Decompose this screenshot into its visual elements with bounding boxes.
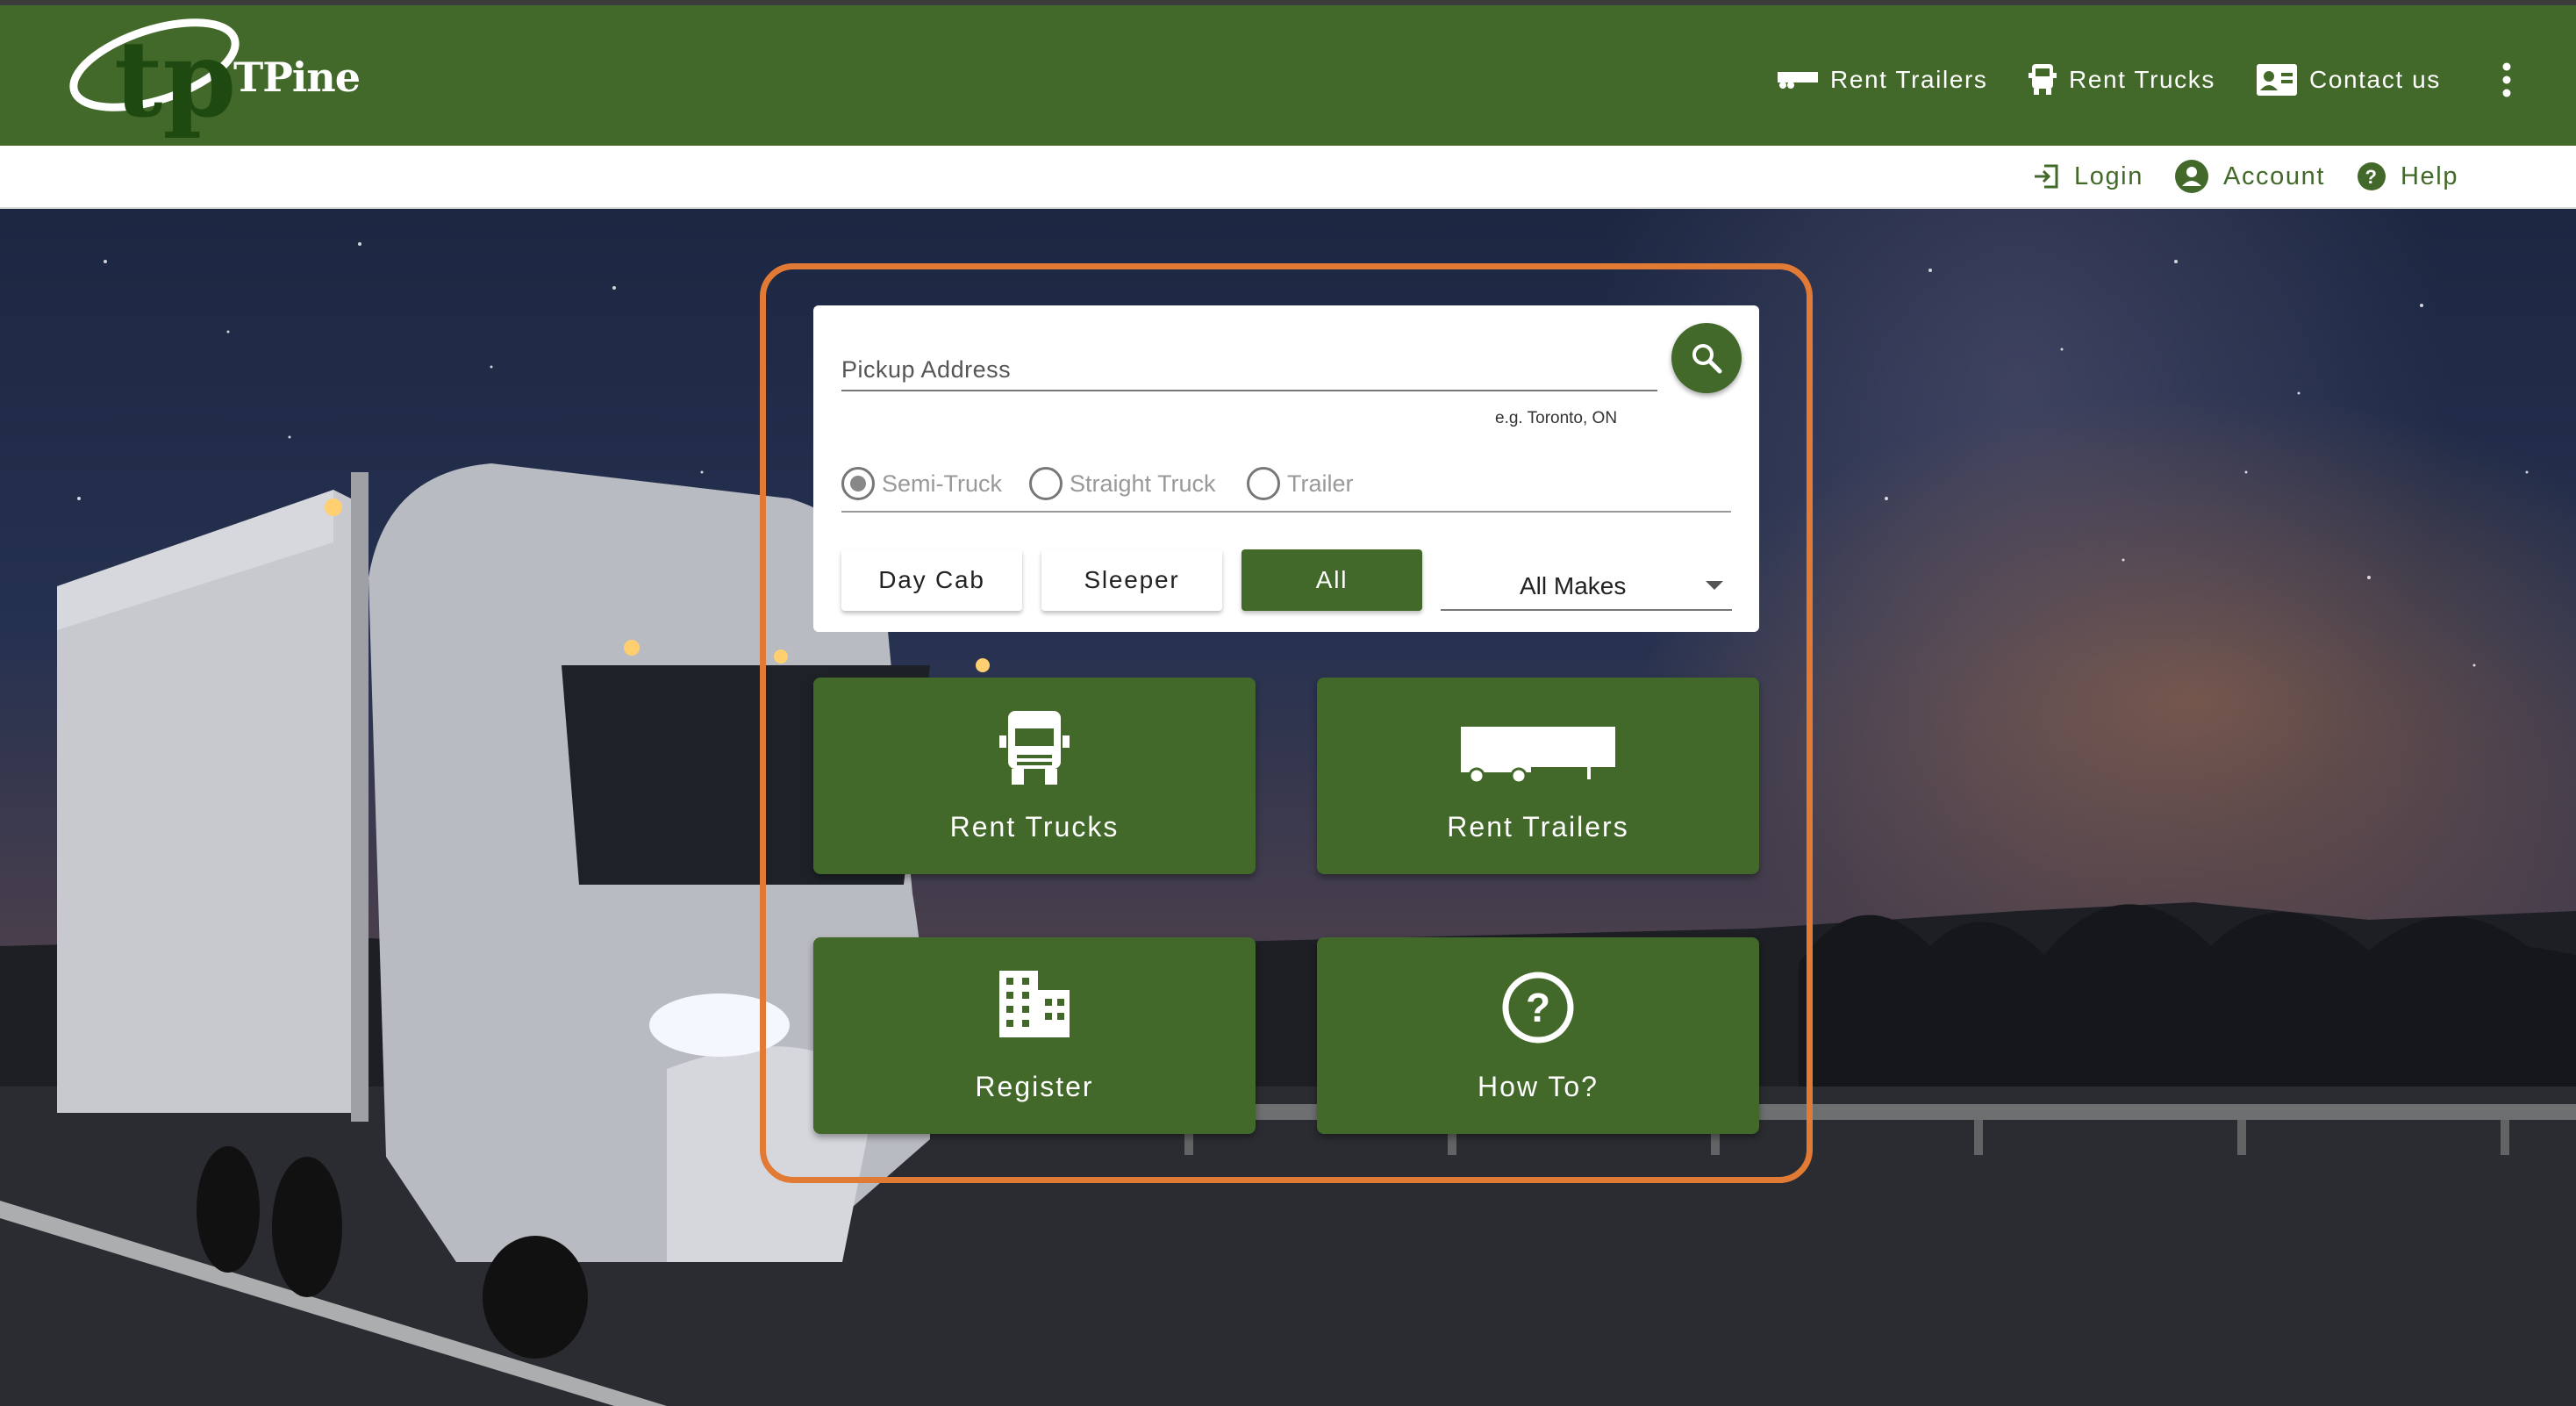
pickup-address-label: Pickup Address	[841, 356, 1012, 383]
search-card: Pickup Address e.g. Toronto, ON Semi-Tru…	[813, 305, 1759, 632]
tile-label: Rent Trailers	[1447, 811, 1629, 843]
top-navbar: tp TPine Rent Trailers Rent Trucks Conta…	[0, 5, 2576, 146]
login-link[interactable]: Login	[2032, 156, 2143, 197]
login-icon	[2035, 164, 2058, 189]
help-circle-icon: ?	[1502, 972, 1574, 1044]
radio-indicator	[841, 467, 875, 500]
svg-text:?: ?	[1526, 985, 1550, 1030]
pickup-address-hint: e.g. Toronto, ON	[1495, 409, 1618, 427]
radio-indicator	[1029, 467, 1063, 500]
trailer-icon	[1461, 727, 1615, 783]
radio-label: Semi-Truck	[882, 470, 1003, 497]
search-button[interactable]	[1671, 323, 1742, 393]
day-cab-button[interactable]: Day Cab	[841, 549, 1022, 611]
radio-label: Straight Truck	[1070, 470, 1216, 497]
nav-label: Contact us	[2309, 66, 2441, 93]
all-button[interactable]: All	[1241, 549, 1422, 611]
register-tile[interactable]: Register	[813, 937, 1256, 1134]
makes-selected-value: All Makes	[1520, 572, 1627, 599]
building-icon	[999, 971, 1070, 1037]
radio-semi-truck[interactable]: Semi-Truck	[841, 467, 1002, 500]
account-bar: Login Account ? Help	[0, 146, 2576, 209]
nav-rent-trucks[interactable]: Rent Trucks	[2029, 58, 2215, 102]
account-circle-icon	[2175, 160, 2208, 193]
help-link[interactable]: ? Help	[2357, 156, 2458, 197]
help-label: Help	[2401, 161, 2459, 190]
brand-name[interactable]: TPine	[233, 54, 361, 101]
tile-label: Rent Trucks	[949, 811, 1120, 843]
help-circle-icon: ?	[2358, 162, 2386, 190]
trailer-icon	[1778, 72, 1818, 89]
nav-rent-trailers[interactable]: Rent Trailers	[1778, 58, 1988, 102]
makes-select[interactable]: All Makes	[1441, 560, 1732, 611]
vehicle-type-radio-group: Semi-Truck Straight Truck Trailer	[841, 463, 1731, 513]
account-link[interactable]: Account	[2174, 156, 2325, 197]
rent-trailers-tile[interactable]: Rent Trailers	[1317, 678, 1759, 874]
dropdown-arrow-icon	[1706, 581, 1723, 590]
sleeper-button[interactable]: Sleeper	[1041, 549, 1222, 611]
nav-contact-us[interactable]: Contact us	[2257, 58, 2441, 102]
more-vertical-icon[interactable]	[2492, 60, 2522, 100]
nav-label: Rent Trailers	[1830, 66, 1988, 93]
login-label: Login	[2074, 161, 2143, 190]
tile-label: Register	[975, 1071, 1094, 1102]
radio-straight-truck[interactable]: Straight Truck	[1029, 467, 1216, 500]
account-label: Account	[2223, 161, 2325, 190]
radio-trailer[interactable]: Trailer	[1247, 467, 1354, 500]
truck-icon	[2029, 64, 2057, 95]
rent-trucks-tile[interactable]: Rent Trucks	[813, 678, 1256, 874]
nav-label: Rent Trucks	[2069, 66, 2215, 93]
contact-card-icon	[2257, 64, 2297, 96]
search-icon	[1692, 344, 1722, 374]
svg-text:tp: tp	[114, 18, 236, 141]
truck-front-icon	[999, 711, 1070, 785]
tile-label: How To?	[1478, 1071, 1599, 1102]
radio-indicator	[1247, 467, 1280, 500]
how-to-tile[interactable]: ? How To?	[1317, 937, 1759, 1134]
svg-text:?: ?	[2365, 166, 2378, 188]
radio-label: Trailer	[1287, 470, 1354, 497]
